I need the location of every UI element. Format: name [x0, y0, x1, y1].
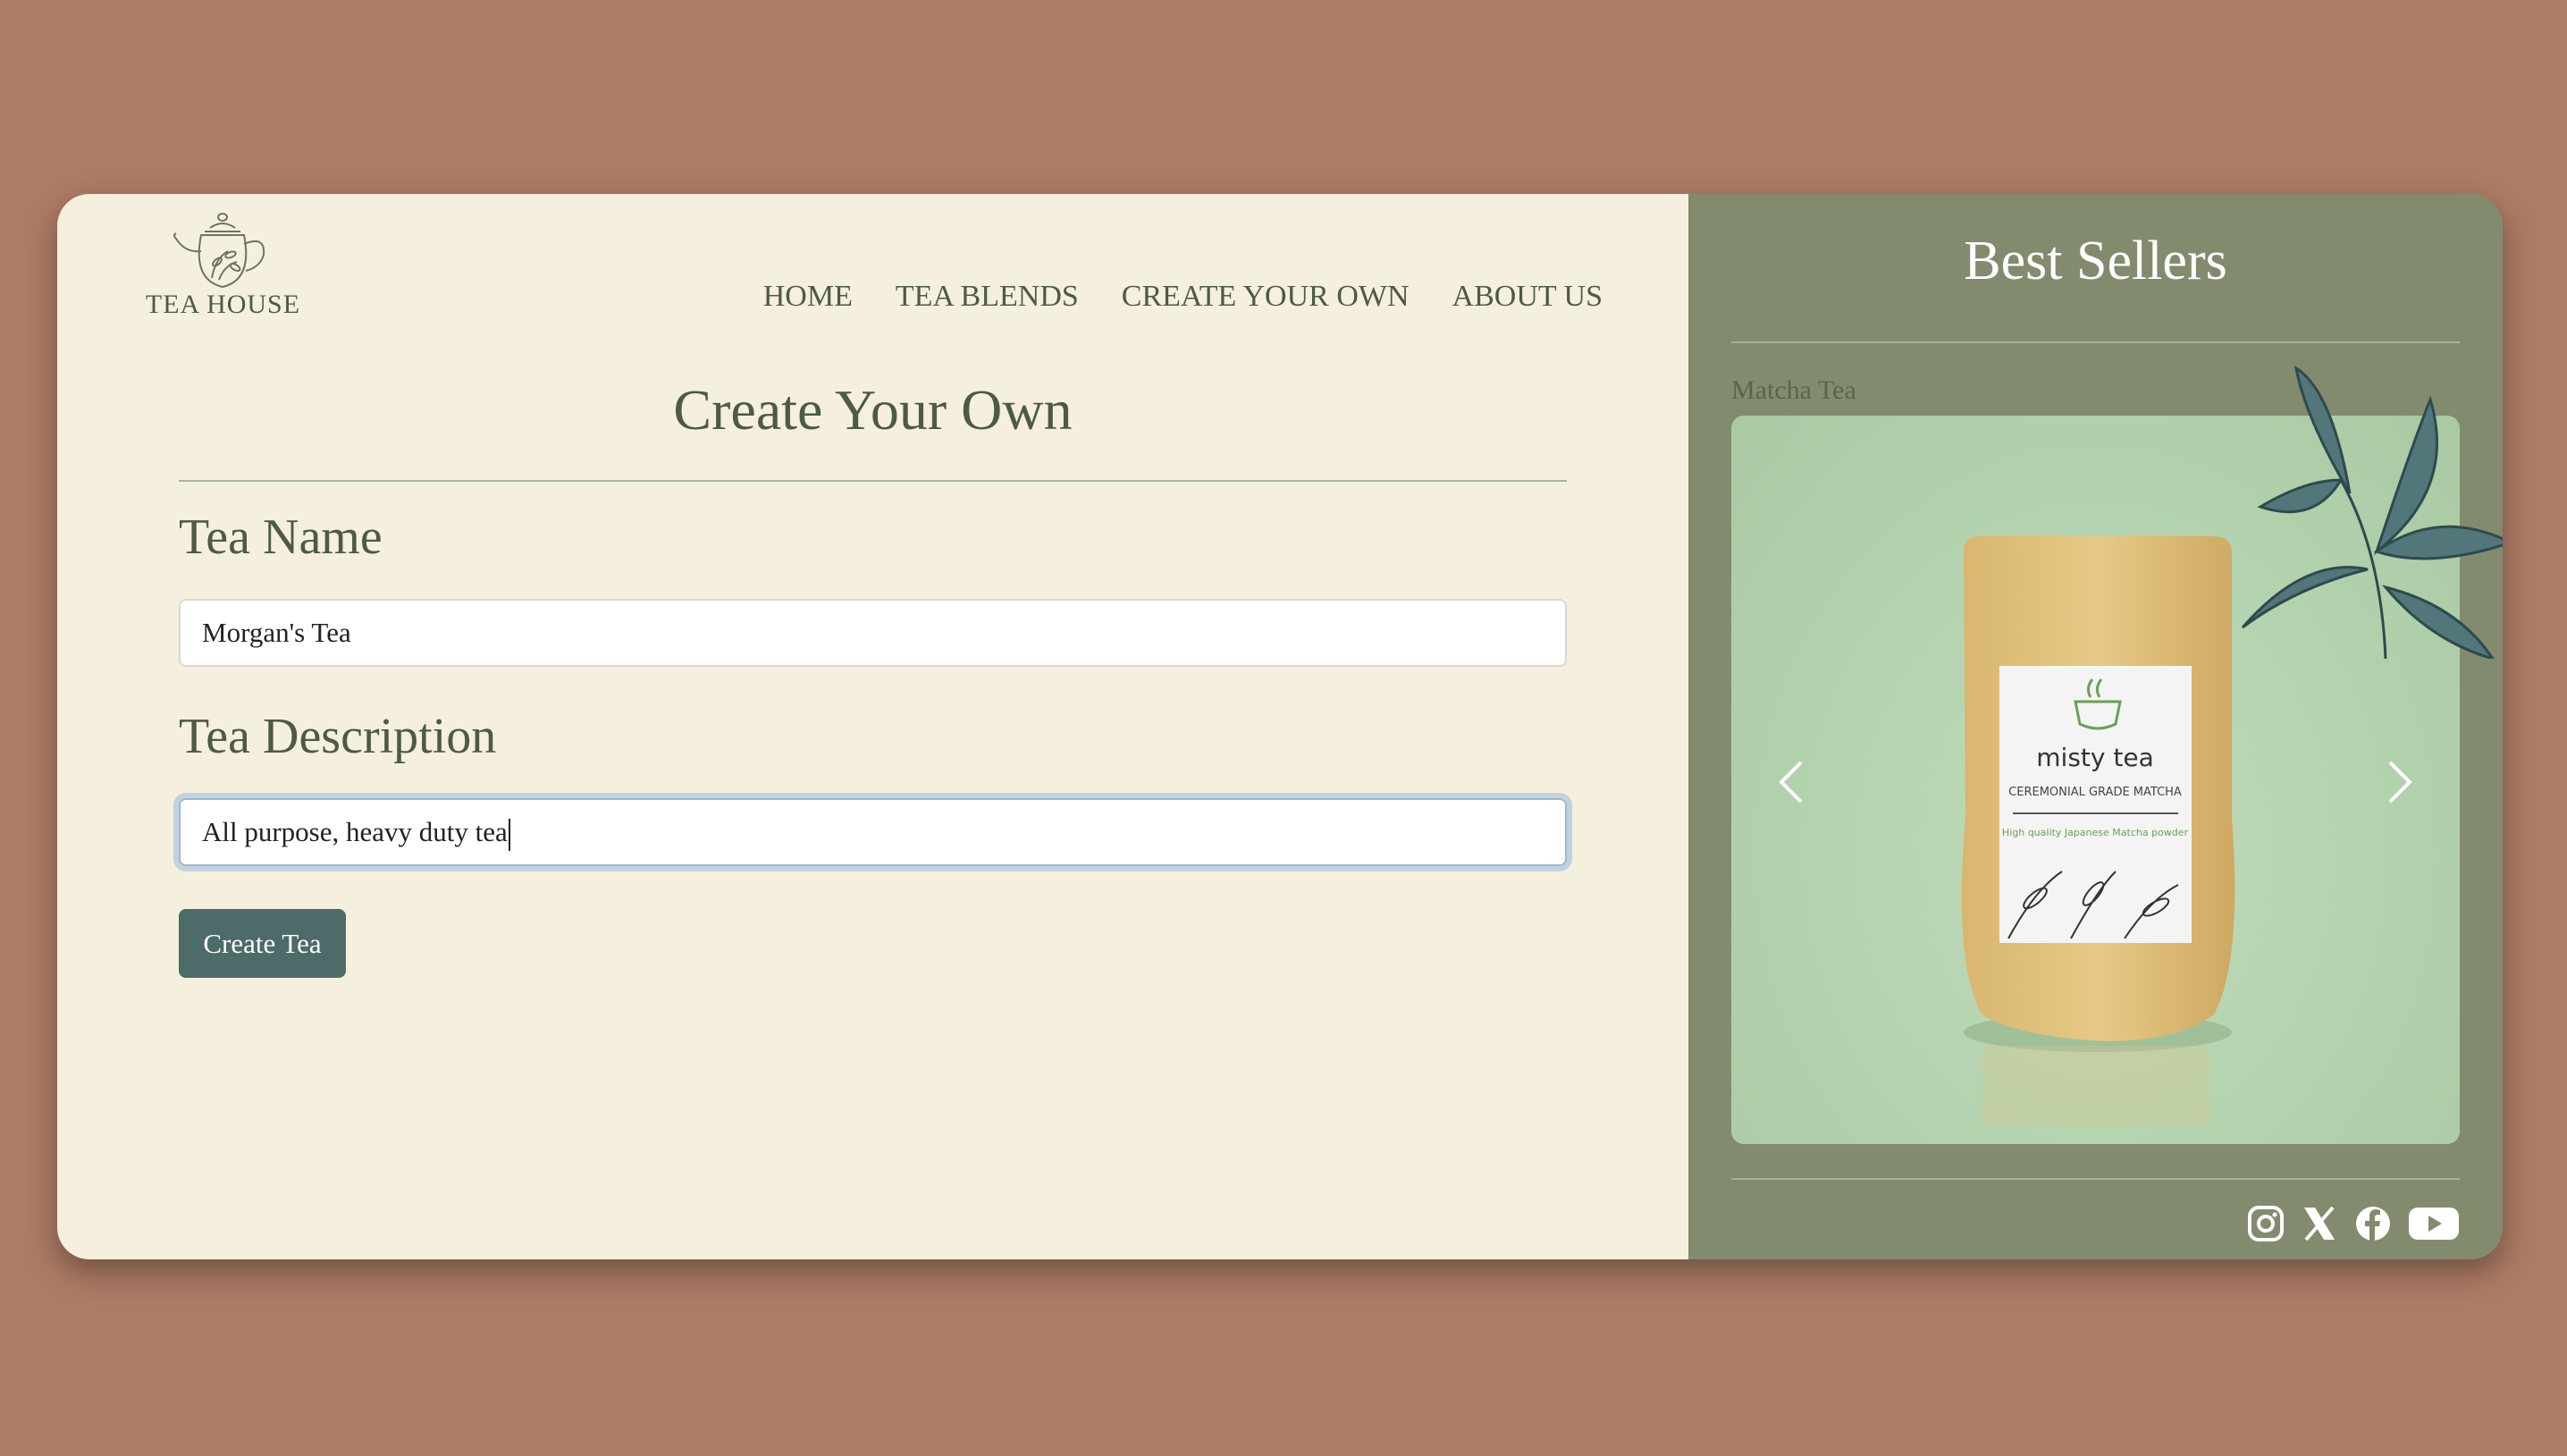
tea-name-value: Morgan's Tea: [202, 617, 351, 648]
tea-description-input[interactable]: All purpose, heavy duty tea: [179, 798, 1567, 866]
carousel-next-icon[interactable]: [2370, 755, 2424, 809]
brand-name: TEA HOUSE: [145, 290, 301, 319]
social-links: [2247, 1205, 2460, 1246]
tea-description-value: All purpose, heavy duty tea: [202, 816, 508, 847]
svg-text:CEREMONIAL GRADE MATCHA: CEREMONIAL GRADE MATCHA: [2008, 786, 2182, 799]
create-tea-button[interactable]: Create Tea: [179, 909, 346, 978]
main-card: TEA HOUSE HOME TEA BLENDS CREATE YOUR OW…: [57, 194, 2503, 1259]
tea-description-label: Tea Description: [179, 709, 497, 764]
logo[interactable]: TEA HOUSE: [145, 208, 301, 320]
nav-create-your-own[interactable]: CREATE YOUR OWN: [1122, 280, 1410, 314]
teapot-logo-icon: [173, 213, 265, 289]
tea-name-input[interactable]: Morgan's Tea: [179, 599, 1567, 667]
nav-about-us[interactable]: ABOUT US: [1452, 280, 1603, 314]
svg-text:misty tea: misty tea: [2036, 743, 2153, 772]
tea-leaf-decoration-icon: [2241, 365, 2503, 659]
best-sellers-panel: Best Sellers Matcha Tea misty tea CEREMO…: [1688, 194, 2503, 1259]
instagram-icon[interactable]: [2247, 1205, 2285, 1246]
facebook-icon[interactable]: [2354, 1205, 2392, 1246]
tea-pouch-image: misty tea CEREMONIAL GRADE MATCHA High q…: [1961, 536, 2235, 1126]
main-nav: HOME TEA BLENDS CREATE YOUR OWN ABOUT US: [763, 280, 1603, 314]
page-title: Create Your Own: [673, 378, 1073, 442]
tea-name-label: Tea Name: [179, 509, 383, 565]
carousel-prev-icon[interactable]: [1767, 755, 1821, 809]
title-divider: [179, 480, 1567, 482]
content-panel: TEA HOUSE HOME TEA BLENDS CREATE YOUR OW…: [57, 194, 1688, 1259]
svg-text:High quality Japanese Matcha p: High quality Japanese Matcha powder: [2002, 827, 2189, 838]
nav-home[interactable]: HOME: [763, 280, 853, 314]
x-icon[interactable]: [2301, 1205, 2338, 1246]
nav-tea-blends[interactable]: TEA BLENDS: [896, 280, 1079, 314]
best-sellers-divider-bottom: [1731, 1178, 2460, 1180]
product-name: Matcha Tea: [1731, 375, 1856, 405]
youtube-icon[interactable]: [2408, 1205, 2460, 1246]
text-caret: [508, 818, 510, 851]
